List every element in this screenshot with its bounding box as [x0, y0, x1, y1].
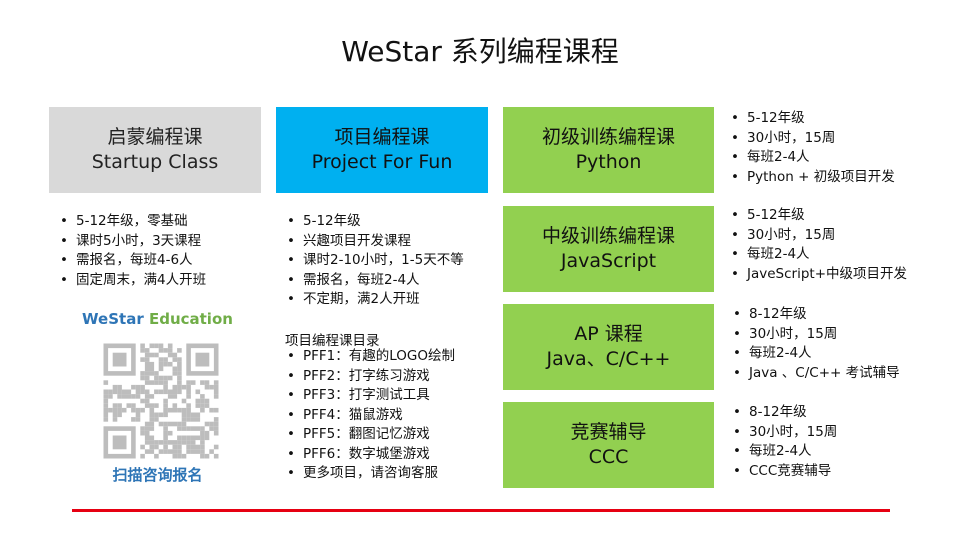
ccc-course-title-en: CCC: [588, 446, 629, 468]
qr-code-icon[interactable]: [101, 342, 221, 460]
list-item: Java 、C/C++ 考试辅导: [730, 364, 900, 384]
list-item: 更多项目，请咨询客服: [284, 464, 455, 484]
python-course-title-en: Python: [575, 151, 642, 173]
list-item: CCC竞赛辅导: [730, 462, 837, 482]
list-item: 5-12年级，零基础: [57, 212, 206, 232]
javascript-course-title-en: JavaScript: [560, 250, 657, 272]
ap-course-box: AP 课程 Java、C/C++: [503, 304, 714, 390]
project-catalog-list: PFF1：有趣的LOGO绘制 PFF2：打字练习游戏 PFF3：打字测试工具 P…: [284, 347, 455, 484]
page-title: WeStar 系列编程课程: [341, 35, 619, 68]
list-item: 需报名，每班4-6人: [57, 251, 206, 271]
list-item: 8-12年级: [730, 403, 837, 423]
list-item: 5-12年级: [284, 212, 464, 232]
list-item: PFF3：打字测试工具: [284, 386, 455, 406]
list-item: PFF1：有趣的LOGO绘制: [284, 347, 455, 367]
list-item: Python + 初级项目开发: [728, 168, 895, 188]
python-course-title-cn: 初级训练编程课: [541, 126, 675, 148]
project-for-fun-title-en: Project For Fun: [311, 151, 453, 173]
project-for-fun-details: 5-12年级 兴趣项目开发课程 课时2-10小时，1-5天不等 需报名，每班2-…: [284, 212, 464, 310]
list-item: 每班2-4人: [728, 148, 895, 168]
brand-name-we: WeStar: [82, 310, 144, 328]
list-item: 需报名，每班2-4人: [284, 271, 464, 291]
list-item: PFF2：打字练习游戏: [284, 367, 455, 387]
list-item: PFF6：数字城堡游戏: [284, 445, 455, 465]
python-course-details: 5-12年级 30小时，15周 每班2-4人 Python + 初级项目开发: [728, 109, 895, 187]
ccc-course-title-cn: 竞赛辅导: [570, 421, 647, 443]
ap-course-title-cn: AP 课程: [574, 323, 643, 345]
startup-class-title-cn: 启蒙编程课: [107, 126, 203, 148]
ccc-course-box: 竞赛辅导 CCC: [503, 402, 714, 488]
list-item: 30小时，15周: [728, 226, 907, 246]
list-item: 5-12年级: [728, 206, 907, 226]
startup-class-details: 5-12年级，零基础 课时5小时，3天课程 需报名，每班4-6人 固定周末，满4…: [57, 212, 206, 290]
ap-course-title-en: Java、C/C++: [546, 348, 671, 370]
list-item: 30小时，15周: [730, 423, 837, 443]
ccc-course-details: 8-12年级 30小时，15周 每班2-4人 CCC竞赛辅导: [730, 403, 837, 481]
brand-name-rest: Education: [143, 310, 233, 328]
bottom-divider: [72, 509, 890, 512]
list-item: PFF4：猫鼠游戏: [284, 406, 455, 426]
list-item: PFF5：翻图记忆游戏: [284, 425, 455, 445]
list-item: 课时2-10小时，1-5天不等: [284, 251, 464, 271]
javascript-course-title-cn: 中级训练编程课: [541, 225, 675, 247]
list-item: 不定期，满2人开班: [284, 290, 464, 310]
javascript-course-details: 5-12年级 30小时，15周 每班2-4人 JaveScript+中级项目开发: [728, 206, 907, 284]
list-item: 固定周末，满4人开班: [57, 271, 206, 291]
list-item: 兴趣项目开发课程: [284, 232, 464, 252]
list-item: 每班2-4人: [730, 344, 900, 364]
list-item: 每班2-4人: [730, 442, 837, 462]
list-item: 8-12年级: [730, 305, 900, 325]
brand-name: WeStar Education: [60, 310, 255, 328]
project-catalog-heading: 项目编程课目录: [285, 333, 380, 349]
python-course-box: 初级训练编程课 Python: [503, 107, 714, 193]
startup-class-box: 启蒙编程课 Startup Class: [49, 107, 261, 193]
list-item: 30小时，15周: [728, 129, 895, 149]
list-item: 5-12年级: [728, 109, 895, 129]
list-item: 30小时，15周: [730, 325, 900, 345]
list-item: 课时5小时，3天课程: [57, 232, 206, 252]
project-for-fun-title-cn: 项目编程课: [334, 126, 430, 148]
project-for-fun-box: 项目编程课 Project For Fun: [276, 107, 488, 193]
ap-course-details: 8-12年级 30小时，15周 每班2-4人 Java 、C/C++ 考试辅导: [730, 305, 900, 383]
startup-class-title-en: Startup Class: [91, 151, 219, 173]
list-item: 每班2-4人: [728, 245, 907, 265]
qr-caption: 扫描咨询报名: [112, 466, 203, 484]
list-item: JaveScript+中级项目开发: [728, 265, 907, 285]
javascript-course-box: 中级训练编程课 JavaScript: [503, 206, 714, 292]
